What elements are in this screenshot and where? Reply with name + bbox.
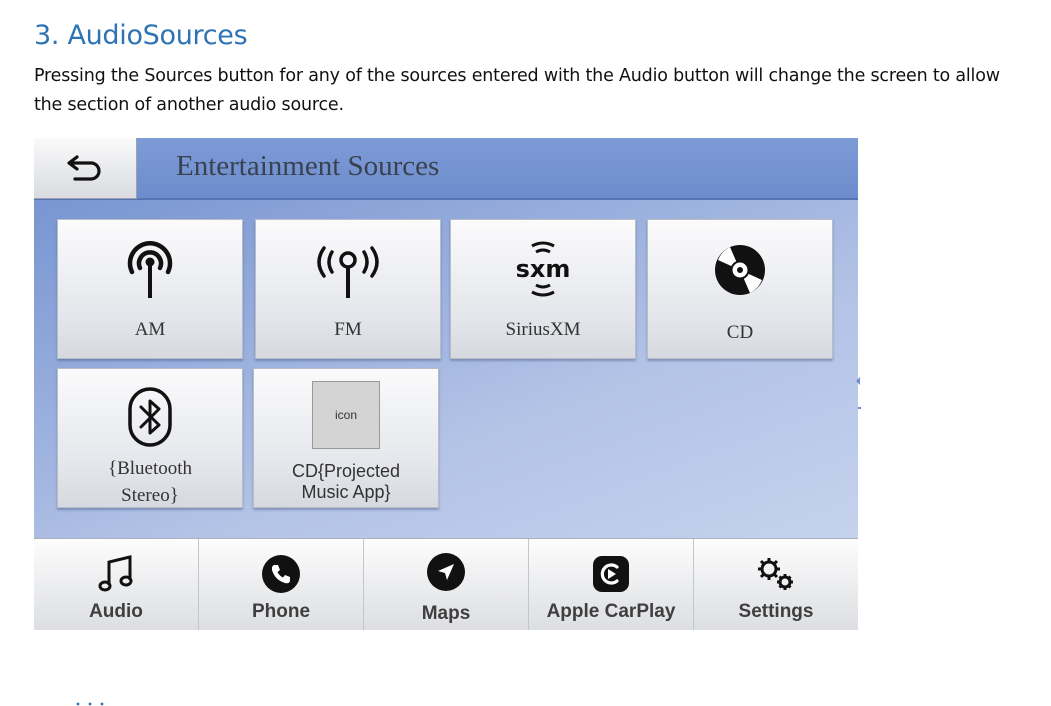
music-note-icon (98, 555, 133, 592)
bottom-nav-bar: Audio Phone Maps Apple CarPlay Settings (34, 538, 858, 630)
back-button[interactable] (34, 138, 137, 199)
edge-marker-decoration (856, 377, 861, 409)
source-tile-siriusxm[interactable]: sxm SiriusXM (450, 219, 636, 359)
header-bar: Entertainment Sources (34, 138, 858, 200)
back-arrow-icon (67, 155, 101, 181)
source-label-siriusxm: SiriusXM (505, 319, 581, 340)
placeholder-icon: icon (312, 381, 380, 449)
nav-audio-label: Audio (89, 601, 143, 622)
source-label-projected-line2: Music App} (301, 482, 391, 502)
nav-settings-label: Settings (738, 601, 814, 622)
screen-title: Entertainment Sources (176, 150, 440, 182)
source-tile-cd[interactable]: CD (647, 219, 833, 359)
document-paragraph: Pressing the Sources button for any of t… (34, 66, 1000, 115)
phone-icon (262, 555, 300, 593)
source-label-bluetooth-stereo: {Bluetooth Stereo} (58, 455, 242, 509)
infotainment-screen: Entertainment Sources AM FM sxm SiriusXM… (34, 138, 858, 630)
carplay-icon (593, 556, 629, 592)
gears-icon (758, 558, 793, 590)
source-label-am: AM (134, 319, 166, 340)
nav-settings-button[interactable]: Settings (694, 539, 858, 630)
stray-dots-decoration (76, 702, 104, 706)
nav-maps-label: Maps (421, 603, 471, 624)
fm-antenna-icon (317, 246, 379, 298)
nav-maps-button[interactable]: Maps (364, 539, 529, 630)
source-label-bluetooth-line2: Stereo} (121, 485, 179, 506)
svg-text:sxm: sxm (516, 255, 571, 283)
source-label-fm: FM (334, 319, 362, 340)
am-antenna-icon (127, 241, 173, 298)
navigation-arrow-icon (427, 553, 465, 591)
nav-phone-button[interactable]: Phone (199, 539, 364, 630)
source-label-cd: CD (726, 322, 754, 343)
bluetooth-icon (128, 387, 172, 447)
nav-apple-carplay-label: Apple CarPlay (546, 601, 676, 622)
document-heading: 3. AudioSources (34, 20, 248, 51)
nav-audio-button[interactable]: Audio (34, 539, 199, 630)
nav-phone-label: Phone (251, 601, 311, 622)
siriusxm-logo-icon: sxm (516, 241, 571, 297)
source-label-projected-music-app: CD{Projected Music App} (254, 461, 438, 503)
cd-disc-icon (715, 245, 765, 295)
source-tile-projected-music-app[interactable]: icon CD{Projected Music App} (253, 368, 439, 508)
source-label-projected-line1: CD{Projected (291, 461, 401, 481)
nav-apple-carplay-button[interactable]: Apple CarPlay (529, 539, 694, 630)
source-label-bluetooth-line1: {Bluetooth (107, 458, 193, 479)
source-tile-bluetooth-stereo[interactable]: {Bluetooth Stereo} (57, 368, 243, 508)
source-tile-am[interactable]: AM (57, 219, 243, 359)
source-tile-fm[interactable]: FM (255, 219, 441, 359)
